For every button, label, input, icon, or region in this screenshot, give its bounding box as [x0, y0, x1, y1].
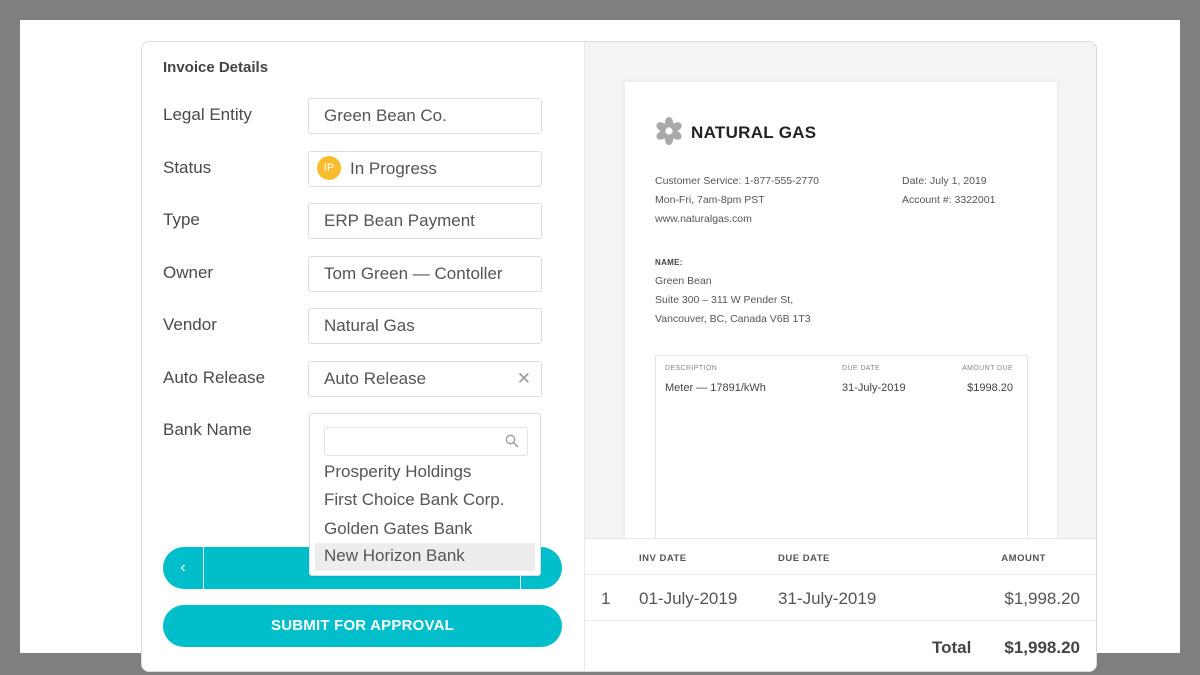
bank-option[interactable]: First Choice Bank Corp. [315, 487, 535, 515]
type-field[interactable]: ERP Bean Payment [308, 203, 542, 239]
customer-service: Customer Service: 1-877-555-2770 [655, 175, 820, 187]
vendor-row: Vendor Natural Gas [142, 308, 584, 344]
invoice-line-items: DESCRIPTION DUE DATE AMOUNT DUE Meter — … [655, 355, 1028, 555]
status-badge: IP [317, 156, 341, 181]
status-field[interactable]: IP In Progress [308, 151, 542, 187]
invoice-card: Invoice Details Legal Entity Green Bean … [141, 41, 1097, 672]
total-row: Total $1,998.20 [585, 621, 1096, 671]
status-label: Status [163, 158, 212, 177]
row-due-date: 31-July-2019 [778, 589, 877, 608]
bank-option[interactable]: Golden Gates Bank [315, 516, 535, 544]
status-row: Status IP In Progress [142, 151, 584, 187]
total-label: Total [932, 638, 972, 657]
clear-icon[interactable]: ✕ [517, 369, 531, 389]
customer-name: Green Bean [655, 275, 712, 287]
account-number: Account #: 3322001 [902, 194, 996, 206]
row-amount: $1,998.20 [1004, 589, 1080, 608]
total-value: $1,998.20 [1004, 638, 1080, 657]
line-due-date: 31-July-2019 [842, 382, 906, 394]
vendor-name: NATURAL GAS [691, 123, 817, 142]
bank-option[interactable]: Prosperity Holdings [315, 459, 535, 487]
column-header: DUE DATE [778, 553, 830, 564]
flower-logo-icon [656, 117, 682, 145]
search-icon [505, 434, 519, 448]
vendor-field[interactable]: Natural Gas [308, 308, 542, 344]
invoice-date: Date: July 1, 2019 [902, 175, 987, 187]
bank-search-box [324, 427, 528, 456]
owner-row: Owner Tom Green — Contoller [142, 256, 584, 292]
auto-release-value: Auto Release [324, 369, 427, 388]
vendor-label: Vendor [163, 315, 217, 334]
legal-entity-row: Legal Entity Green Bean Co. [142, 98, 584, 134]
bank-name-dropdown: Prosperity Holdings First Choice Bank Co… [309, 413, 541, 576]
invoice-document: NATURAL GAS Customer Service: 1-877-555-… [625, 82, 1057, 555]
page-background: Invoice Details Legal Entity Green Bean … [20, 20, 1180, 672]
chevron-left-icon: ‹ [180, 559, 186, 576]
line-description: Meter — 17891/kWh [665, 382, 766, 394]
address-line-2: Vancouver, BC, Canada V6B 1T3 [655, 313, 811, 325]
address-line-1: Suite 300 – 311 W Pender St, [655, 294, 794, 306]
line-amount: $1998.20 [967, 382, 1013, 394]
submit-for-approval-button[interactable]: SUBMIT FOR APPROVAL [163, 605, 562, 647]
column-header: INV DATE [639, 553, 687, 564]
column-header: DESCRIPTION [665, 365, 718, 372]
bank-name-label: Bank Name [163, 420, 252, 439]
auto-release-row: Auto Release Auto Release ✕ [142, 361, 584, 397]
table-row[interactable]: 1 01-July-2019 31-July-2019 $1,998.20 [585, 575, 1096, 621]
owner-field[interactable]: Tom Green — Contoller [308, 256, 542, 292]
status-value: In Progress [350, 159, 437, 178]
prev-page-button[interactable]: ‹ [163, 547, 204, 589]
row-inv-date: 01-July-2019 [639, 589, 738, 608]
vendor-website: www.naturalgas.com [655, 213, 752, 225]
type-label: Type [163, 210, 200, 229]
bank-search-input[interactable] [325, 428, 505, 455]
invoice-preview-panel: NATURAL GAS Customer Service: 1-877-555-… [584, 42, 1096, 671]
name-label: NAME: [655, 258, 683, 267]
bank-option-highlighted[interactable]: New Horizon Bank [315, 543, 535, 571]
row-index: 1 [601, 589, 611, 608]
type-row: Type ERP Bean Payment [142, 203, 584, 239]
invoice-summary-table: INV DATE DUE DATE AMOUNT 1 01-July-2019 … [585, 538, 1096, 671]
summary-header: INV DATE DUE DATE AMOUNT [585, 539, 1096, 575]
auto-release-field[interactable]: Auto Release ✕ [308, 361, 542, 397]
column-header: AMOUNT DUE [962, 365, 1013, 372]
column-header: DUE DATE [842, 365, 881, 372]
legal-entity-field[interactable]: Green Bean Co. [308, 98, 542, 134]
legal-entity-label: Legal Entity [163, 105, 252, 124]
invoice-details-form: Invoice Details Legal Entity Green Bean … [142, 42, 584, 671]
service-hours: Mon-Fri, 7am-8pm PST [655, 194, 765, 206]
auto-release-label: Auto Release [163, 368, 266, 387]
section-title: Invoice Details [163, 59, 269, 76]
column-header: AMOUNT [1001, 553, 1046, 564]
owner-label: Owner [163, 263, 214, 282]
